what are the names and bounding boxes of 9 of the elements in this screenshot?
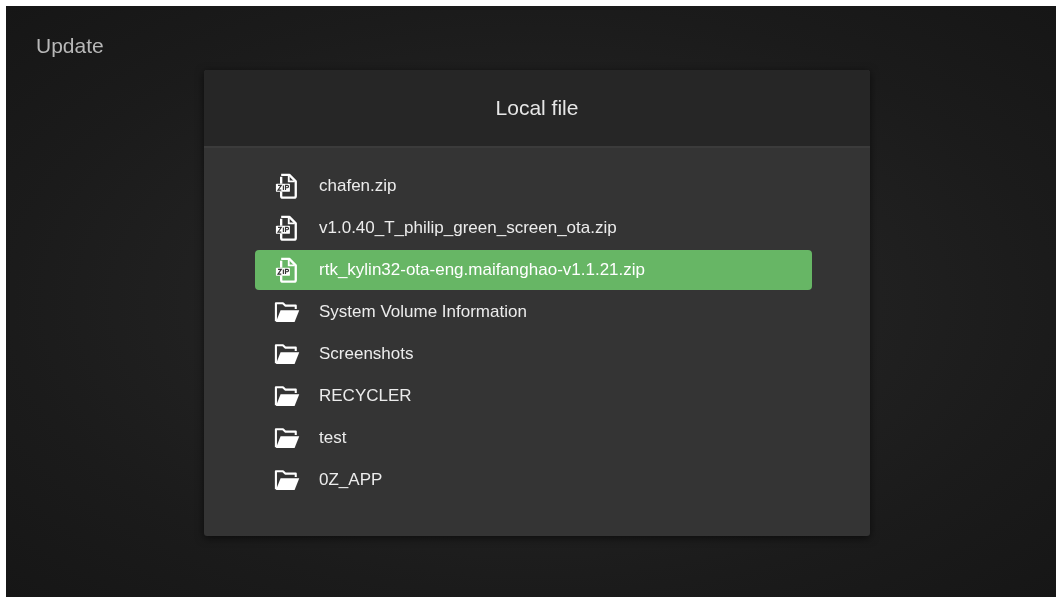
file-item[interactable]: chafen.zip — [255, 166, 812, 206]
file-item[interactable]: test — [255, 418, 812, 458]
file-item[interactable]: v1.0.40_T_philip_green_screen_ota.zip — [255, 208, 812, 248]
file-item[interactable]: Screenshots — [255, 334, 812, 374]
file-item[interactable]: RECYCLER — [255, 376, 812, 416]
page-title: Update — [36, 34, 104, 58]
file-item[interactable]: 0Z_APP — [255, 460, 812, 500]
file-item[interactable]: System Volume Information — [255, 292, 812, 332]
dialog-title: Local file — [495, 96, 579, 120]
